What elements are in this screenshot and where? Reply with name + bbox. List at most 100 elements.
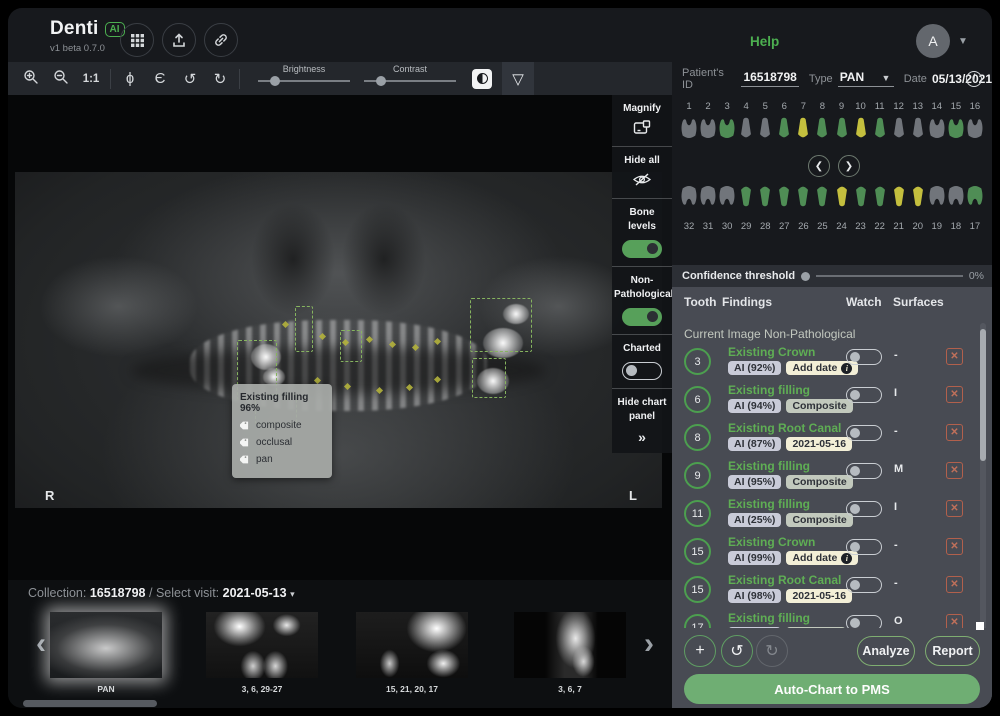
- tooth-glyph[interactable]: [756, 183, 774, 209]
- tooth-number-badge[interactable]: 11: [684, 500, 711, 527]
- type-select[interactable]: PAN ▼: [838, 70, 894, 87]
- tooth-glyph[interactable]: [871, 183, 889, 209]
- tooth-glyph[interactable]: [966, 183, 984, 209]
- delete-finding-button[interactable]: ✕: [946, 386, 963, 403]
- tooth-glyph[interactable]: [833, 115, 851, 141]
- tooth-glyph[interactable]: [813, 183, 831, 209]
- tooth-glyph[interactable]: [813, 115, 831, 141]
- tooth-glyph[interactable]: [928, 115, 946, 141]
- tooth-number-badge[interactable]: 6: [684, 386, 711, 413]
- ai-detection-box[interactable]: [472, 358, 506, 398]
- ai-detection-box[interactable]: [340, 330, 362, 362]
- tooth-glyph[interactable]: [680, 183, 698, 209]
- tooth-glyph[interactable]: [718, 115, 736, 141]
- tooth-number-badge[interactable]: 9: [684, 462, 711, 489]
- viewer-canvas[interactable]: R L Existing filling 96% composite occlu…: [8, 95, 672, 580]
- grid-menu-button[interactable]: [120, 23, 154, 57]
- tooth-glyph[interactable]: [871, 115, 889, 141]
- finding-name[interactable]: Existing filling: [728, 383, 810, 397]
- auto-chart-button[interactable]: Auto-Chart to PMS: [684, 674, 980, 704]
- magnify-button[interactable]: Magnify: [612, 95, 672, 146]
- detail-badge[interactable]: 2021-05-16: [786, 589, 852, 603]
- panoramic-xray-image[interactable]: R L Existing filling 96% composite occlu…: [15, 172, 662, 508]
- tooth-glyph[interactable]: [794, 183, 812, 209]
- non-pathological-toggle-section[interactable]: Non- Pathological: [612, 266, 672, 334]
- thumbnail-1[interactable]: PAN: [50, 612, 162, 678]
- detail-badge[interactable]: Composite: [786, 399, 852, 413]
- ai-detection-box[interactable]: [295, 306, 313, 352]
- tooth-glyph[interactable]: [852, 183, 870, 209]
- charted-toggle[interactable]: [622, 362, 662, 380]
- confidence-knob[interactable]: [801, 272, 810, 281]
- watch-toggle[interactable]: [846, 463, 882, 479]
- contrast-knob[interactable]: [376, 76, 386, 86]
- delete-finding-button[interactable]: ✕: [946, 424, 963, 441]
- tooth-glyph[interactable]: [756, 115, 774, 141]
- delete-finding-button[interactable]: ✕: [946, 538, 963, 555]
- delete-finding-button[interactable]: ✕: [946, 500, 963, 517]
- watch-toggle[interactable]: [846, 577, 882, 593]
- tooth-glyph[interactable]: [680, 115, 698, 141]
- brightness-slider[interactable]: Brightness: [258, 66, 350, 92]
- rotate-ccw-button[interactable]: ↺: [175, 70, 205, 88]
- tooth-glyph[interactable]: [909, 115, 927, 141]
- tooth-number-badge[interactable]: 15: [684, 576, 711, 603]
- visit-caret-icon[interactable]: ▾: [290, 589, 295, 599]
- thumbnail-2[interactable]: 3, 6, 29-27: [206, 612, 318, 678]
- thumbs-prev-button[interactable]: ‹: [36, 626, 46, 662]
- tooth-glyph[interactable]: [775, 115, 793, 141]
- delete-finding-button[interactable]: ✕: [946, 576, 963, 593]
- link-button[interactable]: [204, 23, 238, 57]
- tooth-glyph[interactable]: [699, 115, 717, 141]
- help-link[interactable]: Help: [750, 34, 779, 49]
- invert-colors-button[interactable]: [472, 69, 492, 89]
- tooth-glyph[interactable]: [909, 183, 927, 209]
- visit-value[interactable]: 2021-05-13: [223, 586, 287, 600]
- detail-badge[interactable]: Add datei: [786, 361, 858, 375]
- tooth-number-badge[interactable]: 3: [684, 348, 711, 375]
- watch-toggle[interactable]: [846, 387, 882, 403]
- detail-badge[interactable]: Composite: [786, 513, 852, 527]
- detail-badge[interactable]: Add datei: [786, 551, 858, 565]
- detail-badge[interactable]: Composite: [786, 475, 852, 489]
- bone-levels-toggle[interactable]: [622, 240, 662, 258]
- tooth-glyph[interactable]: [737, 183, 755, 209]
- tooth-glyph[interactable]: [947, 115, 965, 141]
- flip-horizontal-button[interactable]: ɸ: [115, 70, 145, 87]
- horizontal-scrollbar[interactable]: [23, 700, 157, 707]
- tooth-number-badge[interactable]: 15: [684, 538, 711, 565]
- watch-toggle[interactable]: [846, 539, 882, 555]
- thumbnail-4[interactable]: 3, 6, 7: [514, 612, 626, 678]
- hide-all-button[interactable]: Hide all: [612, 146, 672, 198]
- zoom-in-button[interactable]: [16, 69, 46, 89]
- ai-detection-box[interactable]: [470, 298, 532, 352]
- scroll-handle[interactable]: [976, 622, 984, 630]
- filter-button[interactable]: ▽: [502, 62, 534, 95]
- tooth-glyph[interactable]: [890, 115, 908, 141]
- finding-name[interactable]: Existing filling: [728, 611, 810, 625]
- brightness-knob[interactable]: [270, 76, 280, 86]
- tooth-glyph[interactable]: [737, 115, 755, 141]
- tooth-glyph[interactable]: [966, 115, 984, 141]
- watch-toggle[interactable]: [846, 501, 882, 517]
- finding-name[interactable]: Existing filling: [728, 459, 810, 473]
- tooth-glyph[interactable]: [890, 183, 908, 209]
- charted-toggle-section[interactable]: Charted: [612, 334, 672, 388]
- report-button[interactable]: Report: [925, 636, 980, 666]
- tooth-glyph[interactable]: [699, 183, 717, 209]
- zoom-out-button[interactable]: [46, 69, 76, 89]
- thumbs-next-button[interactable]: ›: [644, 626, 654, 662]
- avatar[interactable]: A: [916, 24, 950, 58]
- avatar-caret-icon[interactable]: ▼: [958, 36, 968, 47]
- confidence-track[interactable]: [816, 275, 963, 277]
- tooth-number-badge[interactable]: 8: [684, 424, 711, 451]
- finding-name[interactable]: Existing Root Canal: [728, 421, 841, 435]
- patient-id-value[interactable]: 16518798: [741, 70, 798, 87]
- chart-next-button[interactable]: ❯: [838, 155, 860, 177]
- tooth-glyph[interactable]: [794, 115, 812, 141]
- watch-toggle[interactable]: [846, 349, 882, 365]
- undo-button[interactable]: ↺: [721, 635, 753, 667]
- upload-button[interactable]: [162, 23, 196, 57]
- contrast-slider[interactable]: Contrast: [364, 66, 456, 92]
- redo-button[interactable]: ↻: [756, 635, 788, 667]
